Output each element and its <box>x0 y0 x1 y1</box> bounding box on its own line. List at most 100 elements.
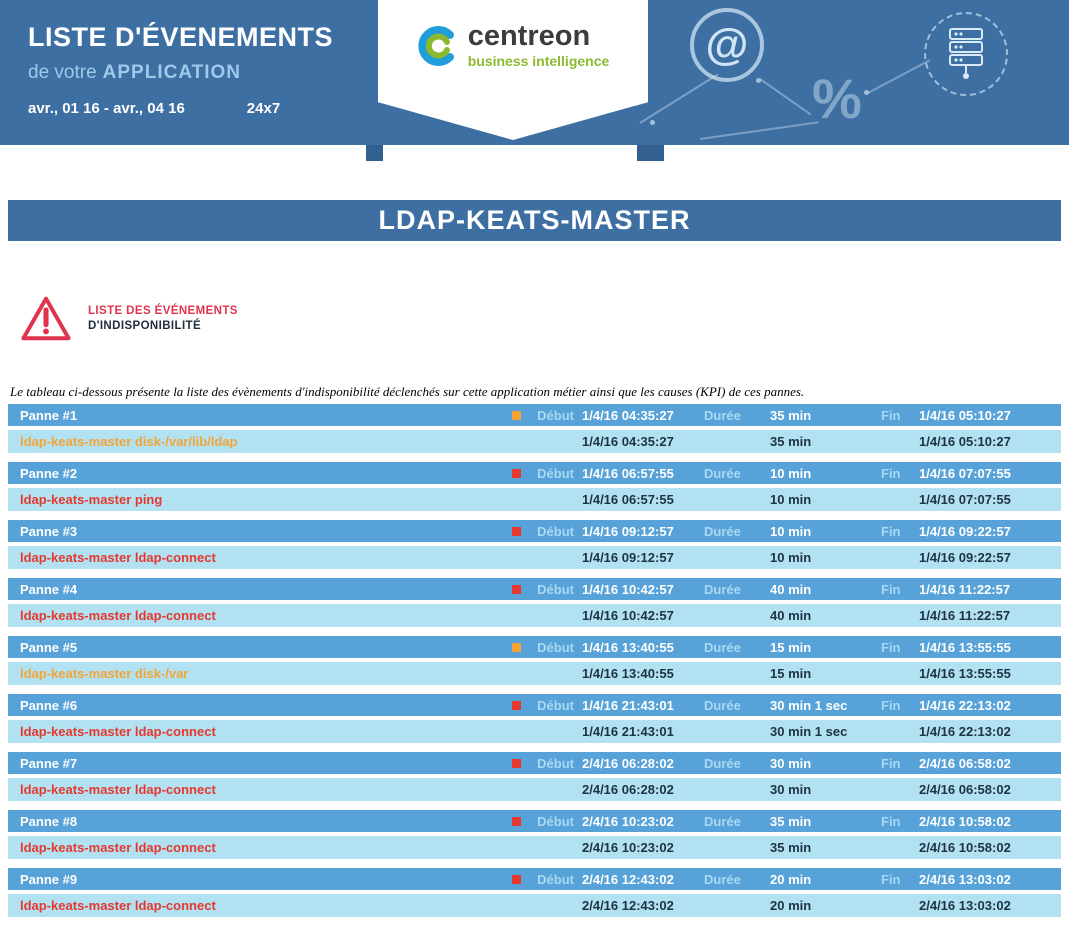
decoration-line <box>700 121 819 140</box>
kpi-duration-value: 30 min 1 sec <box>764 724 869 739</box>
percent-icon: % <box>812 66 862 131</box>
end-label: Fin <box>869 582 915 597</box>
table-description: Le tableau ci-dessous présente la liste … <box>10 384 1060 400</box>
end-value: 1/4/16 07:07:55 <box>915 466 1061 481</box>
event-name: Panne #4 <box>8 582 508 597</box>
duration-label: Durée <box>694 872 764 887</box>
section-heading-text: LISTE DES ÉVÉNEMENTS D'INDISPONIBILITÉ <box>88 294 238 344</box>
duration-label: Durée <box>694 640 764 655</box>
kpi-name: ldap-keats-master ldap-connect <box>8 840 508 855</box>
at-icon: @ <box>706 23 749 67</box>
duration-value: 30 min 1 sec <box>764 698 869 713</box>
kpi-end-value: 1/4/16 07:07:55 <box>915 492 1061 507</box>
centreon-logo-icon <box>417 25 459 67</box>
event-block: Panne #8 Début 2/4/16 10:23:02 Durée 35 … <box>8 810 1061 859</box>
severity-icon <box>512 643 521 652</box>
event-name: Panne #2 <box>8 466 508 481</box>
event-detail-row: ldap-keats-master ldap-connect 1/4/16 09… <box>8 546 1061 569</box>
report-title: LISTE D'ÉVENEMENTS <box>28 22 333 53</box>
event-name: Panne #5 <box>8 640 508 655</box>
decoration-dot <box>756 78 761 83</box>
event-header-row: Panne #7 Début 2/4/16 06:28:02 Durée 30 … <box>8 752 1061 774</box>
kpi-duration-value: 40 min <box>764 608 869 623</box>
start-value: 1/4/16 09:12:57 <box>574 524 694 539</box>
start-label: Début <box>524 640 574 655</box>
end-label: Fin <box>869 524 915 539</box>
start-label: Début <box>524 466 574 481</box>
subtitle-prefix: de votre <box>28 62 97 83</box>
report-schedule: 24x7 <box>247 100 280 117</box>
kpi-duration-value: 15 min <box>764 666 869 681</box>
severity-icon <box>512 411 521 420</box>
event-detail-row: ldap-keats-master ldap-connect 2/4/16 10… <box>8 836 1061 859</box>
ribbon-fold-left <box>366 145 383 161</box>
kpi-start-value: 1/4/16 13:40:55 <box>574 666 694 681</box>
application-title: LDAP-KEATS-MASTER <box>379 205 691 236</box>
event-block: Panne #4 Début 1/4/16 10:42:57 Durée 40 … <box>8 578 1061 627</box>
decoration-dot <box>650 120 655 125</box>
event-header-row: Panne #8 Début 2/4/16 10:23:02 Durée 35 … <box>8 810 1061 832</box>
event-block: Panne #3 Début 1/4/16 09:12:57 Durée 10 … <box>8 520 1061 569</box>
start-value: 2/4/16 10:23:02 <box>574 814 694 829</box>
duration-label: Durée <box>694 408 764 423</box>
decoration-line <box>868 59 931 94</box>
ribbon-fold-right <box>637 145 664 161</box>
kpi-duration-value: 35 min <box>764 840 869 855</box>
kpi-end-value: 2/4/16 13:03:02 <box>915 898 1061 913</box>
duration-label: Durée <box>694 814 764 829</box>
event-header-row: Panne #6 Début 1/4/16 21:43:01 Durée 30 … <box>8 694 1061 716</box>
start-value: 1/4/16 04:35:27 <box>574 408 694 423</box>
event-header-row: Panne #3 Début 1/4/16 09:12:57 Durée 10 … <box>8 520 1061 542</box>
end-label: Fin <box>869 756 915 771</box>
kpi-end-value: 1/4/16 09:22:57 <box>915 550 1061 565</box>
duration-value: 15 min <box>764 640 869 655</box>
severity-icon <box>512 701 521 710</box>
kpi-duration-value: 10 min <box>764 492 869 507</box>
duration-value: 35 min <box>764 814 869 829</box>
start-value: 1/4/16 21:43:01 <box>574 698 694 713</box>
event-name: Panne #8 <box>8 814 508 829</box>
report-subtitle: de votre APPLICATION <box>28 62 333 84</box>
section-heading-line1: LISTE DES ÉVÉNEMENTS <box>88 304 238 319</box>
severity-icon <box>512 875 521 884</box>
kpi-name: ldap-keats-master disk-/var <box>8 666 508 681</box>
end-value: 1/4/16 05:10:27 <box>915 408 1061 423</box>
end-label: Fin <box>869 698 915 713</box>
application-title-bar: LDAP-KEATS-MASTER <box>8 200 1061 241</box>
event-header-row: Panne #2 Début 1/4/16 06:57:55 Durée 10 … <box>8 462 1061 484</box>
duration-value: 10 min <box>764 466 869 481</box>
event-name: Panne #6 <box>8 698 508 713</box>
event-detail-row: ldap-keats-master ldap-connect 1/4/16 21… <box>8 720 1061 743</box>
section-heading: LISTE DES ÉVÉNEMENTS D'INDISPONIBILITÉ <box>20 294 238 344</box>
event-header-row: Panne #9 Début 2/4/16 12:43:02 Durée 20 … <box>8 868 1061 890</box>
event-name: Panne #1 <box>8 408 508 423</box>
kpi-name: ldap-keats-master ldap-connect <box>8 550 508 565</box>
start-value: 1/4/16 10:42:57 <box>574 582 694 597</box>
kpi-end-value: 2/4/16 10:58:02 <box>915 840 1061 855</box>
duration-label: Durée <box>694 524 764 539</box>
start-label: Début <box>524 582 574 597</box>
start-value: 2/4/16 12:43:02 <box>574 872 694 887</box>
event-detail-row: ldap-keats-master disk-/var 1/4/16 13:40… <box>8 662 1061 685</box>
kpi-duration-value: 35 min <box>764 434 869 449</box>
event-block: Panne #5 Début 1/4/16 13:40:55 Durée 15 … <box>8 636 1061 685</box>
duration-value: 20 min <box>764 872 869 887</box>
end-value: 2/4/16 10:58:02 <box>915 814 1061 829</box>
start-label: Début <box>524 756 574 771</box>
kpi-start-value: 1/4/16 21:43:01 <box>574 724 694 739</box>
kpi-name: ldap-keats-master ldap-connect <box>8 724 508 739</box>
server-circle-icon <box>924 12 1008 96</box>
kpi-duration-value: 30 min <box>764 782 869 797</box>
event-block: Panne #6 Début 1/4/16 21:43:01 Durée 30 … <box>8 694 1061 743</box>
end-label: Fin <box>869 814 915 829</box>
kpi-end-value: 1/4/16 22:13:02 <box>915 724 1061 739</box>
duration-value: 30 min <box>764 756 869 771</box>
kpi-end-value: 1/4/16 05:10:27 <box>915 434 1061 449</box>
severity-icon <box>512 759 521 768</box>
kpi-start-value: 2/4/16 06:28:02 <box>574 782 694 797</box>
kpi-start-value: 2/4/16 12:43:02 <box>574 898 694 913</box>
end-value: 2/4/16 06:58:02 <box>915 756 1061 771</box>
event-header-row: Panne #5 Début 1/4/16 13:40:55 Durée 15 … <box>8 636 1061 658</box>
start-label: Début <box>524 698 574 713</box>
subtitle-application: APPLICATION <box>103 62 241 83</box>
